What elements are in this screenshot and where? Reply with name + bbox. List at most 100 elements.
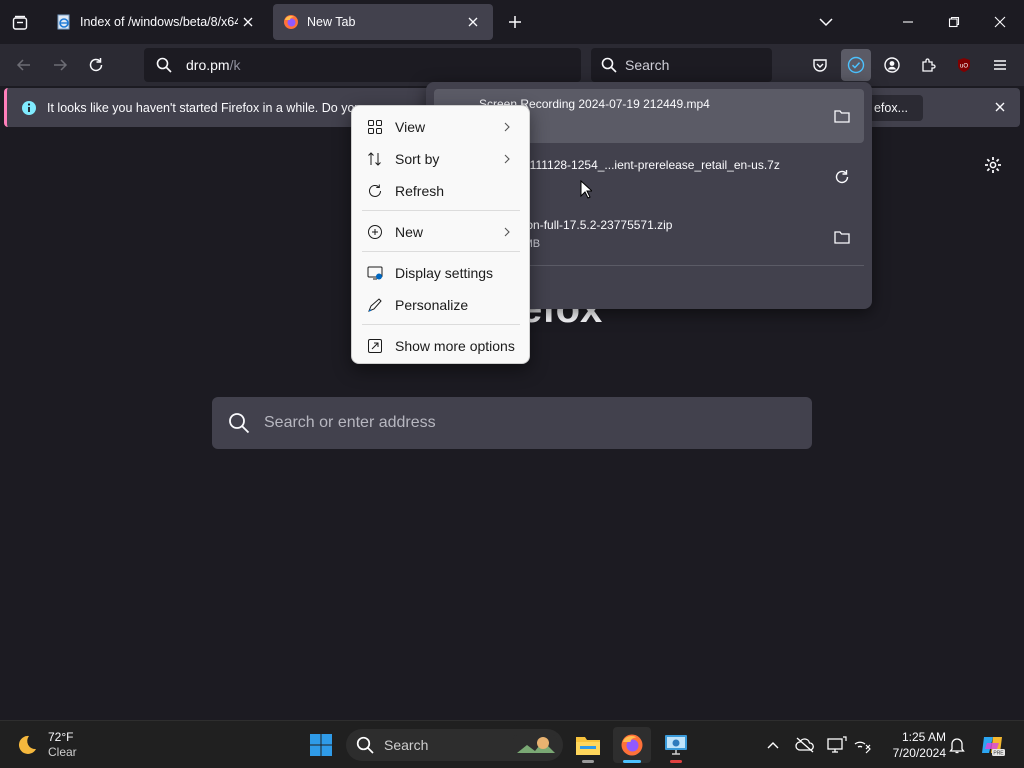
reload-button[interactable] (81, 50, 111, 80)
menu-item-personalize[interactable]: Personalize (356, 290, 526, 320)
taskbar-clock[interactable]: 1:25 AM 7/20/2024 (878, 729, 946, 761)
search-bar[interactable]: Search (591, 48, 772, 82)
personalize-new-tab-button[interactable] (982, 154, 1004, 176)
restore-button[interactable] (938, 6, 970, 38)
new-tab-button[interactable] (502, 9, 528, 35)
menu-item-sort-by[interactable]: Sort by (356, 144, 526, 174)
puzzle-icon (922, 58, 936, 72)
arrow-left-icon (16, 59, 30, 71)
windows-taskbar: 72°F Clear Search 1:25 AM 7/20/2024 PRE (0, 720, 1024, 768)
search-bar-placeholder: Search (625, 57, 670, 73)
gear-icon (985, 157, 1001, 173)
url-path: /k (229, 57, 241, 73)
url-text: dro.pm/k (186, 57, 240, 73)
tab-strip: Index of /windows/beta/8/x64/ New Tab (0, 0, 1024, 44)
back-button[interactable] (9, 50, 39, 80)
restore-icon (948, 16, 960, 28)
app-running-indicator (582, 760, 594, 763)
display-settings-icon (364, 262, 386, 284)
url-host: dro.pm (186, 57, 230, 73)
menu-item-label: Personalize (395, 297, 469, 313)
show-more-options-icon (364, 335, 386, 357)
minimize-button[interactable] (892, 6, 924, 38)
chevron-up-icon (767, 742, 779, 749)
firefox-icon (621, 734, 643, 756)
close-tab-icon[interactable] (463, 12, 483, 32)
new-plus-icon (364, 221, 386, 243)
menu-item-label: Sort by (395, 151, 440, 167)
app-running-indicator (670, 760, 682, 763)
tab-new-tab[interactable]: New Tab (273, 4, 493, 40)
remote-desktop-app[interactable] (657, 727, 695, 763)
menu-separator (362, 324, 520, 325)
new-tab-search-box[interactable]: Search or enter address (212, 397, 812, 449)
account-icon (884, 57, 900, 73)
taskbar-search-placeholder: Search (384, 737, 429, 753)
new-tab-search-placeholder: Search or enter address (264, 414, 436, 431)
weather-widget[interactable]: 72°F Clear (14, 727, 77, 763)
clock-date: 7/20/2024 (892, 746, 946, 760)
app-menu-button[interactable] (985, 49, 1015, 81)
minimize-icon (903, 21, 913, 23)
chevron-right-icon (502, 225, 512, 239)
taskbar-search[interactable]: Search (346, 729, 563, 761)
svg-text:uO: uO (960, 64, 968, 70)
menu-separator (362, 210, 520, 211)
close-tab-icon[interactable] (238, 12, 258, 32)
firefox-app[interactable] (613, 727, 651, 763)
desktop-context-menu: View Sort by Refresh New Display setting… (351, 105, 530, 364)
menu-item-new[interactable]: New (356, 217, 526, 247)
menu-item-refresh[interactable]: Refresh (356, 176, 526, 206)
file-explorer-app[interactable] (569, 727, 607, 763)
display-tray-icon[interactable] (825, 733, 849, 757)
chevron-right-icon (502, 120, 512, 134)
search-icon (356, 736, 374, 754)
hamburger-menu-icon (994, 60, 1006, 70)
ublock-origin-button[interactable]: uO (949, 49, 979, 81)
menu-separator (362, 251, 520, 252)
firefox-view-button[interactable] (6, 9, 34, 37)
extensions-button[interactable] (913, 49, 943, 81)
start-button[interactable] (304, 727, 338, 763)
refresh-icon (364, 180, 386, 202)
info-icon (22, 100, 36, 115)
arrow-right-icon (54, 59, 68, 71)
chevron-right-icon (502, 152, 512, 166)
copilot-button[interactable]: PRE (979, 733, 1007, 757)
mouse-cursor-icon (580, 180, 592, 199)
navigation-toolbar: dro.pm/k Search uO (0, 44, 1024, 86)
list-all-tabs-button[interactable] (810, 6, 842, 38)
menu-item-label: Refresh (395, 183, 445, 199)
moon-icon (18, 735, 36, 754)
notifications-button[interactable] (945, 733, 969, 757)
tab-index-windows[interactable]: Index of /windows/beta/8/x64/ (46, 4, 268, 40)
monitor-icon (827, 736, 847, 753)
folder-icon[interactable] (832, 227, 852, 247)
network-volume-tray-icon[interactable] (851, 733, 875, 757)
account-button[interactable] (877, 49, 907, 81)
menu-item-display-settings[interactable]: Display settings (356, 258, 526, 288)
search-highlight-icon (513, 735, 557, 755)
menu-item-view[interactable]: View (356, 112, 526, 142)
url-bar[interactable]: dro.pm/k (144, 48, 581, 82)
weather-text: 72°F Clear (48, 730, 77, 760)
clock-time: 1:25 AM (901, 730, 946, 744)
pocket-button[interactable] (805, 49, 835, 81)
onedrive-tray-icon[interactable] (793, 733, 817, 757)
cloud-offline-icon (795, 737, 814, 753)
plus-icon (509, 16, 521, 28)
show-hidden-icons-button[interactable] (761, 733, 785, 757)
search-icon (601, 57, 617, 73)
folder-icon[interactable] (832, 106, 852, 126)
downloads-button[interactable] (841, 49, 871, 81)
ie-page-icon (56, 14, 72, 30)
sort-icon (364, 148, 386, 170)
firefox-view-icon (12, 15, 28, 30)
menu-item-label: New (395, 224, 424, 240)
personalize-pen-icon (364, 294, 386, 316)
retry-icon[interactable] (832, 167, 852, 187)
forward-button[interactable] (45, 50, 75, 80)
close-window-button[interactable] (984, 6, 1016, 38)
menu-item-show-more-options[interactable]: Show more options (356, 331, 526, 361)
close-notification-icon[interactable] (992, 99, 1008, 115)
